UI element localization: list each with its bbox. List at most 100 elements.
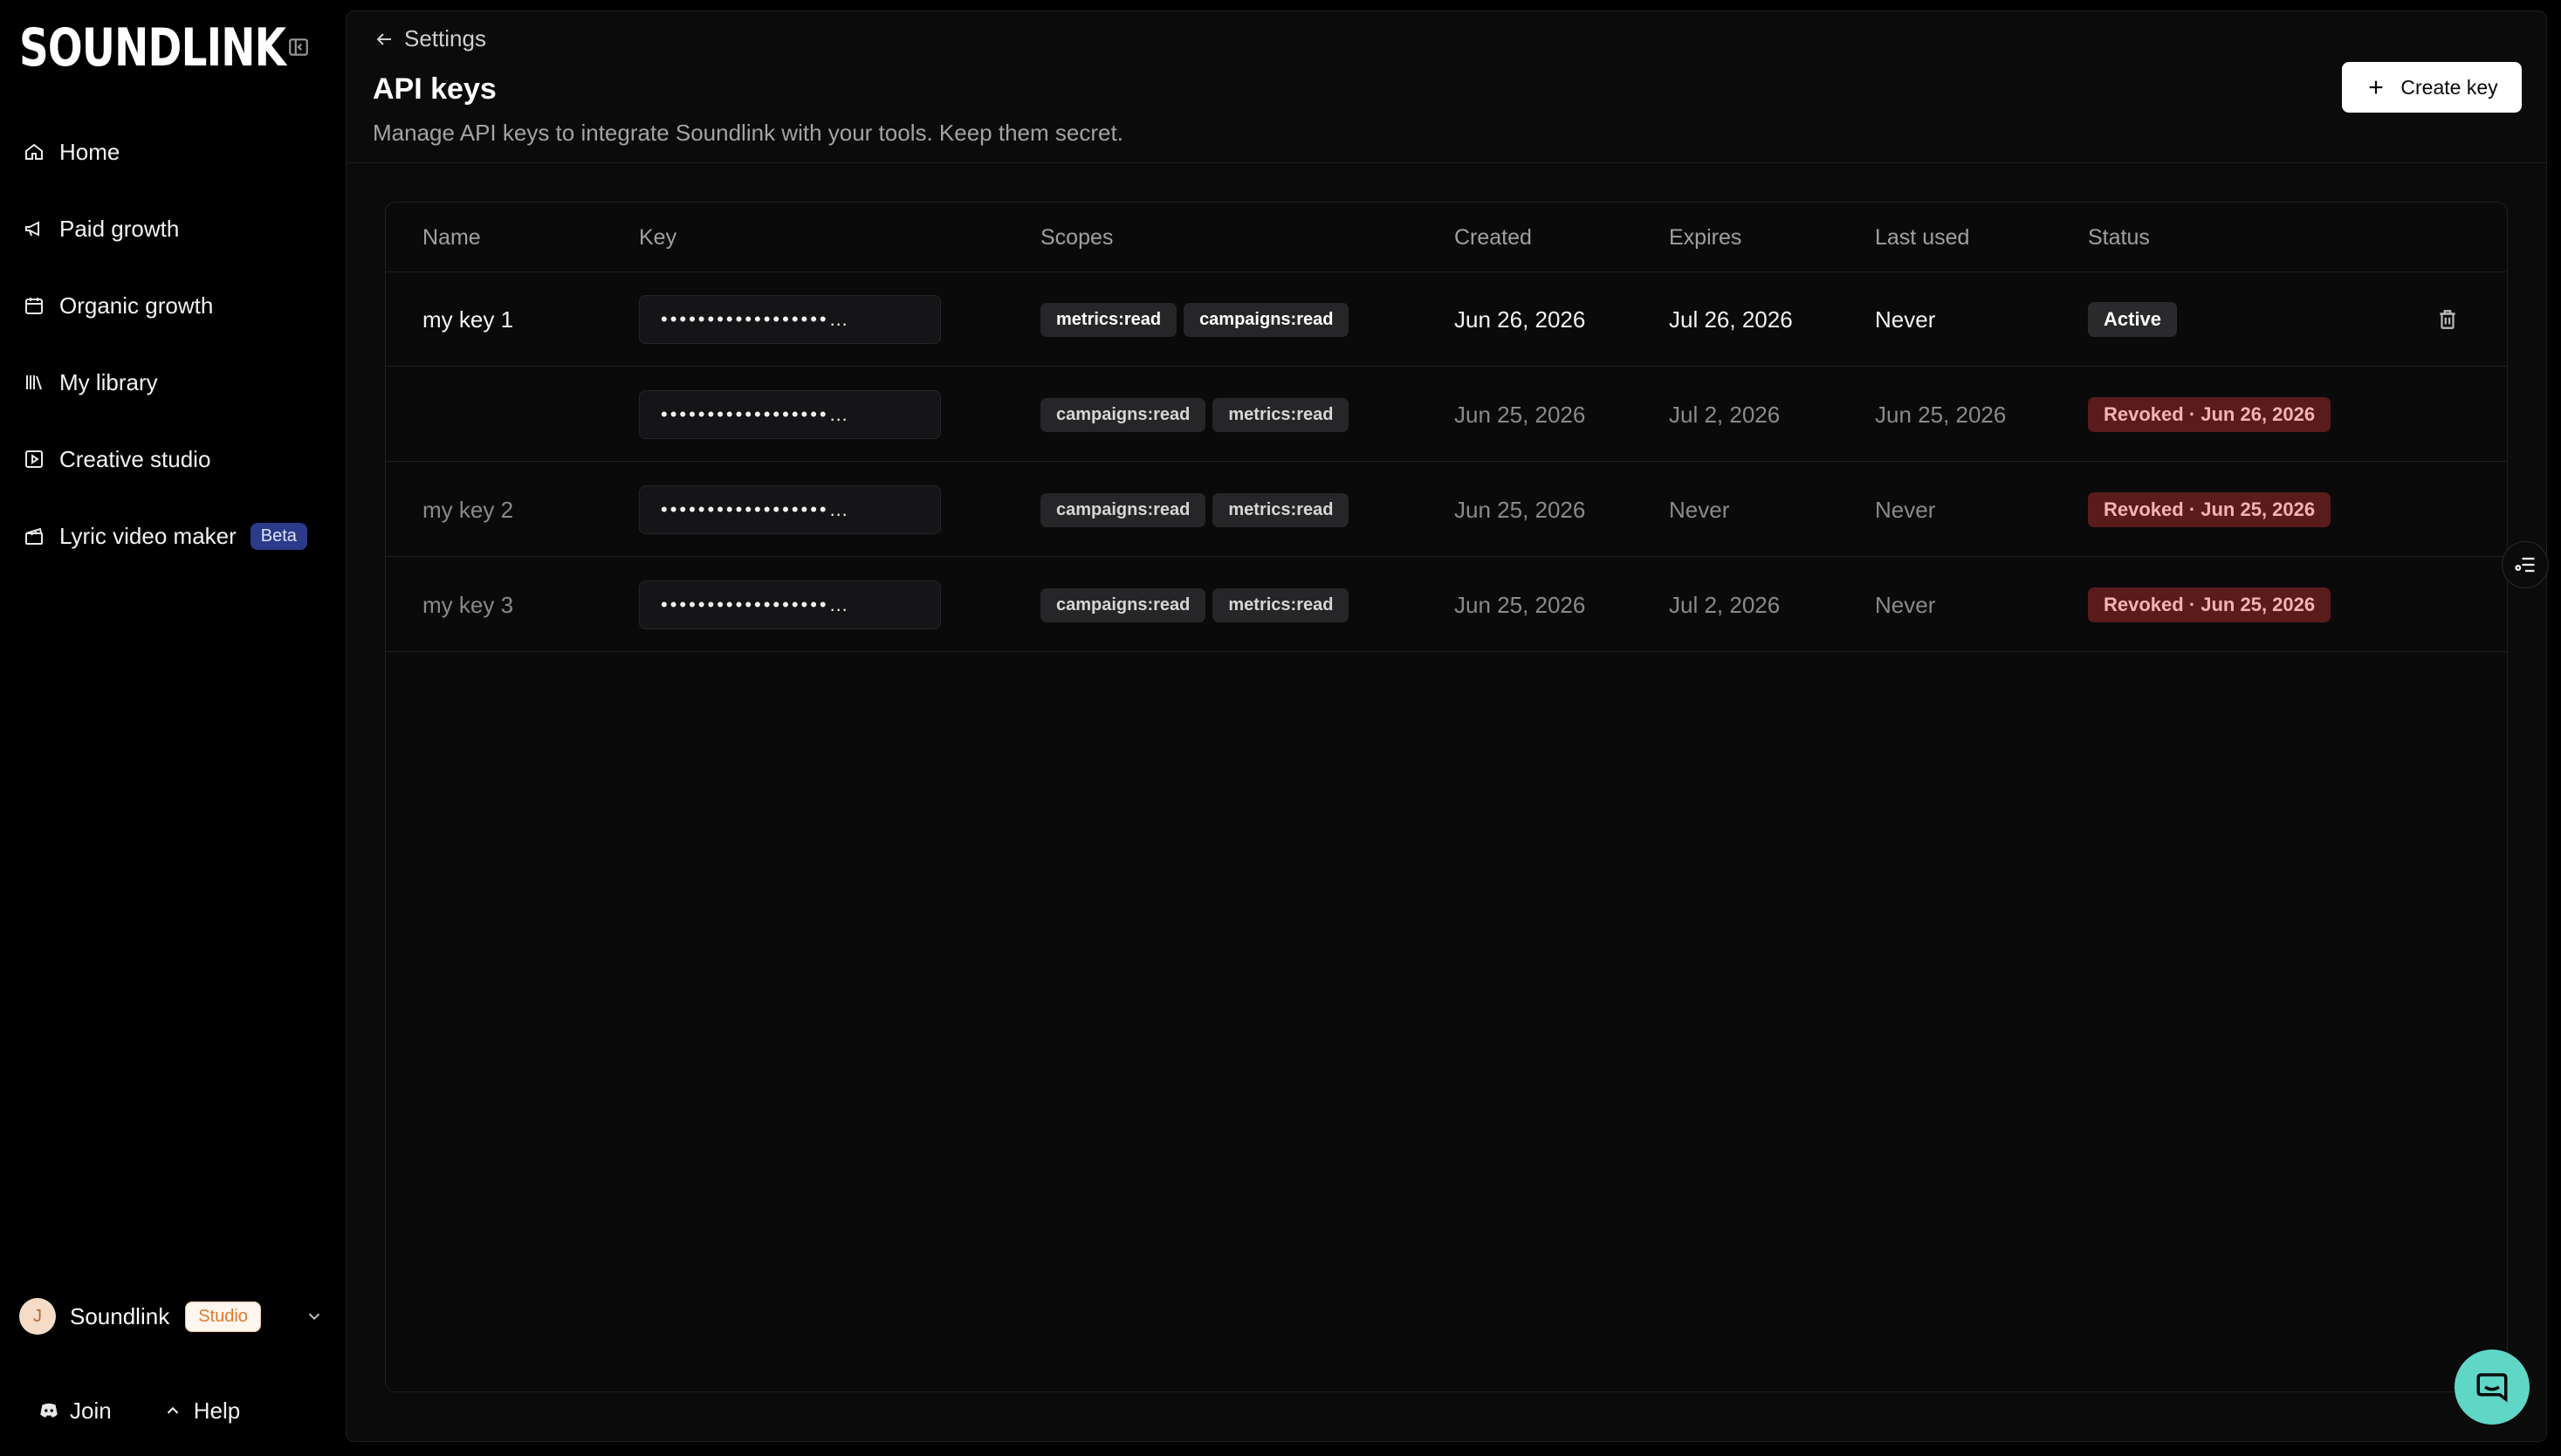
column-header-expires: Expires	[1669, 225, 1742, 250]
expires-date: Never	[1669, 496, 1730, 523]
sidebar-item-creative-studio[interactable]: Creative studio	[0, 421, 346, 498]
clapperboard-icon	[23, 525, 45, 547]
created-date: Jun 25, 2026	[1454, 401, 1586, 428]
status-cell: Active	[2088, 272, 2178, 367]
home-icon	[23, 141, 45, 163]
beta-badge: Beta	[250, 522, 307, 550]
key-name: my key 3	[422, 591, 514, 618]
masked-key[interactable]: ••••••••••••••••••…	[639, 390, 941, 439]
table-row: my key 2 ••••••••••••••••••… campaigns:r…	[386, 463, 2507, 557]
column-header-scopes: Scopes	[1040, 225, 1114, 250]
last-used: Never	[1875, 306, 1936, 333]
scope-badge: campaigns:read	[1040, 492, 1206, 527]
key-value[interactable]: ••••••••••••••••••…	[639, 367, 941, 462]
sidebar-footer: Join Help	[37, 1391, 240, 1430]
scope-badge: metrics:read	[1212, 492, 1349, 527]
sidebar-item-label: Home	[59, 138, 120, 165]
play-square-icon	[23, 448, 45, 470]
create-key-button[interactable]: Create key	[2342, 62, 2522, 113]
created-date: Jun 25, 2026	[1454, 591, 1586, 618]
sidebar-item-label: Lyric video maker	[59, 522, 237, 549]
status-badge: Revoked · Jun 25, 2026	[2088, 492, 2331, 527]
join-label: Join	[70, 1397, 112, 1424]
expires-date: Jul 2, 2026	[1669, 591, 1781, 618]
status-badge: Active	[2088, 302, 2178, 337]
library-icon	[23, 371, 45, 394]
table-header: Name Key Scopes Created Expires Last use…	[386, 203, 2507, 272]
last-used: Never	[1875, 496, 1936, 523]
chat-support-icon[interactable]	[2455, 1350, 2530, 1425]
sidebar-item-label: Creative studio	[59, 445, 211, 472]
soundlink-logo[interactable]: SOUNDLINK	[19, 21, 286, 75]
key-scopes: campaigns:read metrics:read	[1040, 558, 1356, 652]
created-date: Jun 25, 2026	[1454, 496, 1586, 523]
sidebar-collapse-icon[interactable]	[285, 33, 312, 61]
arrow-left-icon	[373, 28, 395, 51]
scope-badge: metrics:read	[1212, 587, 1349, 622]
chevron-up-icon	[161, 1398, 185, 1423]
status-cell: Revoked · Jun 25, 2026	[2088, 558, 2331, 652]
back-label: Settings	[404, 25, 486, 52]
table-row: ••••••••••••••••••… campaigns:read metri…	[386, 367, 2507, 462]
status-badge: Revoked · Jun 26, 2026	[2088, 397, 2331, 432]
key-scopes: campaigns:read metrics:read	[1040, 367, 1356, 462]
sidebar-item-paid-growth[interactable]: Paid growth	[0, 190, 346, 267]
last-used: Jun 25, 2026	[1875, 401, 2007, 428]
megaphone-icon	[23, 217, 45, 240]
sidebar-item-label: Organic growth	[59, 292, 214, 319]
scope-badge: campaigns:read	[1040, 397, 1206, 432]
scope-badge: metrics:read	[1040, 302, 1178, 337]
main-panel: Settings API keys Manage API keys to int…	[346, 10, 2547, 1442]
create-key-label: Create key	[2400, 75, 2498, 99]
column-header-created: Created	[1454, 225, 1532, 250]
sidebar-item-organic-growth[interactable]: Organic growth	[0, 267, 346, 344]
status-cell: Revoked · Jun 26, 2026	[2088, 367, 2331, 462]
expires-date: Jul 2, 2026	[1669, 401, 1781, 428]
column-header-name: Name	[422, 225, 481, 250]
sidebar: SOUNDLINK Home Paid growth Organic growt…	[0, 0, 346, 1456]
avatar: J	[19, 1298, 56, 1335]
discord-icon	[37, 1398, 61, 1423]
scope-badge: campaigns:read	[1040, 587, 1206, 622]
key-value[interactable]: ••••••••••••••••••…	[639, 272, 941, 367]
help-link[interactable]: Help	[161, 1398, 240, 1425]
calendar-icon	[23, 294, 45, 317]
masked-key[interactable]: ••••••••••••••••••…	[639, 485, 941, 534]
sidebar-item-label: My library	[59, 368, 158, 395]
column-header-status: Status	[2088, 225, 2150, 250]
sidebar-item-lyric-video-maker[interactable]: Lyric video maker Beta	[0, 498, 346, 574]
sidebar-item-home[interactable]: Home	[0, 113, 346, 190]
join-discord-link[interactable]: Join	[37, 1398, 112, 1425]
page-subtitle: Manage API keys to integrate Soundlink w…	[373, 120, 1123, 146]
api-keys-table: Name Key Scopes Created Expires Last use…	[385, 202, 2508, 1392]
masked-key[interactable]: ••••••••••••••••••…	[639, 295, 941, 344]
back-to-settings-link[interactable]: Settings	[373, 25, 486, 52]
key-value[interactable]: ••••••••••••••••••…	[639, 463, 941, 557]
key-scopes: metrics:read campaigns:read	[1040, 272, 1356, 367]
sidebar-item-label: Paid growth	[59, 215, 180, 242]
app-root: SOUNDLINK Home Paid growth Organic growt…	[0, 0, 2561, 1456]
key-name: my key 2	[422, 496, 514, 523]
chevron-down-icon[interactable]	[304, 1306, 325, 1327]
scope-badge: metrics:read	[1212, 397, 1349, 432]
trash-icon[interactable]	[2435, 307, 2460, 332]
plus-icon	[2365, 77, 2386, 98]
account-name: Soundlink	[70, 1302, 170, 1329]
table-row: my key 1 ••••••••••••••••••… metrics:rea…	[386, 272, 2507, 367]
plan-badge: Studio	[185, 1301, 261, 1332]
page-title: API keys	[373, 72, 497, 106]
column-header-last-used: Last used	[1875, 225, 1970, 250]
masked-key[interactable]: ••••••••••••••••••…	[639, 580, 941, 629]
status-cell: Revoked · Jun 25, 2026	[2088, 463, 2331, 557]
filter-list-icon[interactable]	[2502, 541, 2549, 588]
last-used: Never	[1875, 591, 1936, 618]
key-scopes: campaigns:read metrics:read	[1040, 463, 1356, 557]
table-row: my key 3 ••••••••••••••••••… campaigns:r…	[386, 558, 2507, 652]
scope-badge: campaigns:read	[1184, 302, 1349, 337]
sidebar-item-my-library[interactable]: My library	[0, 344, 346, 421]
key-value[interactable]: ••••••••••••••••••…	[639, 558, 941, 652]
account-switcher[interactable]: J Soundlink Studio	[19, 1297, 325, 1336]
help-label: Help	[193, 1397, 241, 1424]
sidebar-nav: Home Paid growth Organic growth My libra…	[0, 113, 346, 574]
expires-date: Jul 26, 2026	[1669, 306, 1793, 333]
